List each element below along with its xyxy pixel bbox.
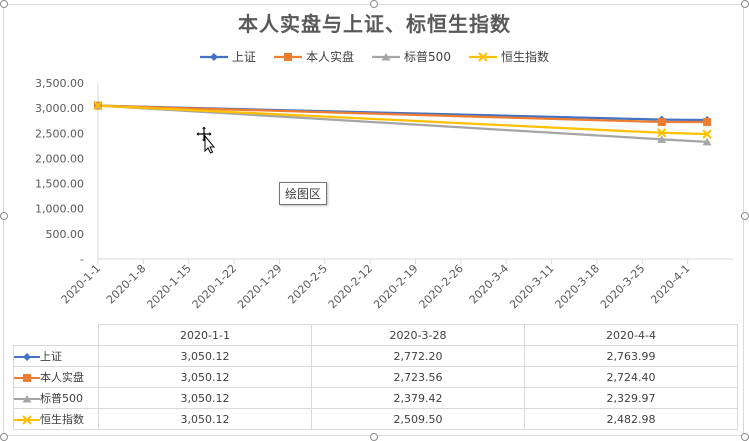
y-tick-label: 3,000.00 (35, 102, 84, 115)
plot-area-tooltip: 绘图区 (279, 182, 328, 205)
y-tick-label: 1,500.00 (35, 178, 84, 191)
table-cell: 2,379.42 (311, 387, 525, 409)
y-tick-label: 1,000.00 (35, 203, 84, 216)
table-legend-key-icon (14, 374, 40, 382)
y-axis: - 500.00 1,000.00 1,500.00 2,000.00 2,500.00 3… (35, 77, 99, 266)
data-table[interactable]: 2020-1-1 2020-3-28 2020-4-4 上证 3,050.12 2,772… (13, 324, 738, 430)
table-cell: 2,772.20 (311, 345, 525, 367)
move-cursor-icon (196, 126, 216, 154)
table-header-cell: 2020-3-28 (311, 324, 525, 346)
table-row: 本人实盘 3,050.12 2,723.56 2,724.40 (13, 366, 738, 388)
table-row-label: 本人实盘 (13, 366, 99, 388)
table-cell: 3,050.12 (98, 408, 312, 430)
table-legend-key-icon (14, 395, 40, 403)
x-tick-label: 2020-3-25 (598, 262, 647, 311)
x-tick-label: 2020-2-12 (326, 262, 375, 311)
x-tick-label: 2020-3-11 (507, 262, 556, 311)
y-tick-label: - (80, 253, 84, 266)
table-corner (13, 324, 99, 346)
data-point-1 (657, 118, 666, 127)
x-tick-label: 2020-2-26 (417, 262, 466, 311)
table-cell: 3,050.12 (98, 387, 312, 409)
x-tick-label: 2020-1-29 (235, 262, 284, 311)
y-tick-label: 3,500.00 (35, 77, 84, 90)
table-legend-marker (23, 353, 31, 361)
x-axis: 2020-1-1 2020-1-82020-1-152020-1-222020-1… (59, 258, 733, 311)
y-tick-label: 2,500.00 (35, 127, 84, 140)
table-row-label: 标普500 (13, 387, 99, 409)
series-lines (97, 104, 708, 143)
table-cell: 3,050.12 (98, 345, 312, 367)
table-legend-key-icon (14, 353, 40, 361)
x-tick-label: 2020-3-18 (553, 262, 602, 311)
y-tick-label: 500.00 (46, 228, 85, 241)
x-tick-label: 2020-2-5 (285, 262, 330, 307)
table-cell: 2,723.56 (311, 366, 525, 388)
table-legend-marker (23, 374, 31, 382)
table-legend-key-icon (14, 415, 40, 425)
x-tick-label: 2020-1-15 (144, 262, 193, 311)
table-row-label: 恒生指数 (13, 408, 99, 430)
table-header-cell: 2020-1-1 (98, 324, 312, 346)
table-row: 恒生指数 3,050.12 2,509.50 2,482.98 (13, 408, 738, 430)
x-tick-label: 2020-1-22 (190, 262, 239, 311)
x-tick-label: 2020-1-8 (104, 262, 149, 307)
x-tick-label: 2020-4-1 (648, 262, 693, 307)
table-cell: 2,329.97 (524, 387, 738, 409)
table-header-cell: 2020-4-4 (524, 324, 738, 346)
table-cell: 2,509.50 (311, 408, 525, 430)
x-tick-label: 2020-1-1 (59, 262, 104, 307)
table-cell: 2,763.99 (524, 345, 738, 367)
table-cell: 2,482.98 (524, 408, 738, 430)
x-tick-label: 2020-2-19 (371, 262, 420, 311)
table-cell: 3,050.12 (98, 366, 312, 388)
table-cell: 2,724.40 (524, 366, 738, 388)
y-tick-label: 2,000.00 (35, 152, 84, 165)
table-row: 标普500 3,050.12 2,379.42 2,329.97 (13, 387, 738, 409)
table-row: 上证 3,050.12 2,772.20 2,763.99 (13, 345, 738, 367)
chart-frame[interactable]: 本人实盘与上证、标恒生指数 上证 本人实盘 标普500 恒生指数 -500.00 1,0… (0, 0, 749, 441)
data-point-1 (703, 118, 712, 127)
x-tick-label: 2020-3-4 (467, 262, 512, 307)
table-row-label: 上证 (13, 345, 99, 367)
